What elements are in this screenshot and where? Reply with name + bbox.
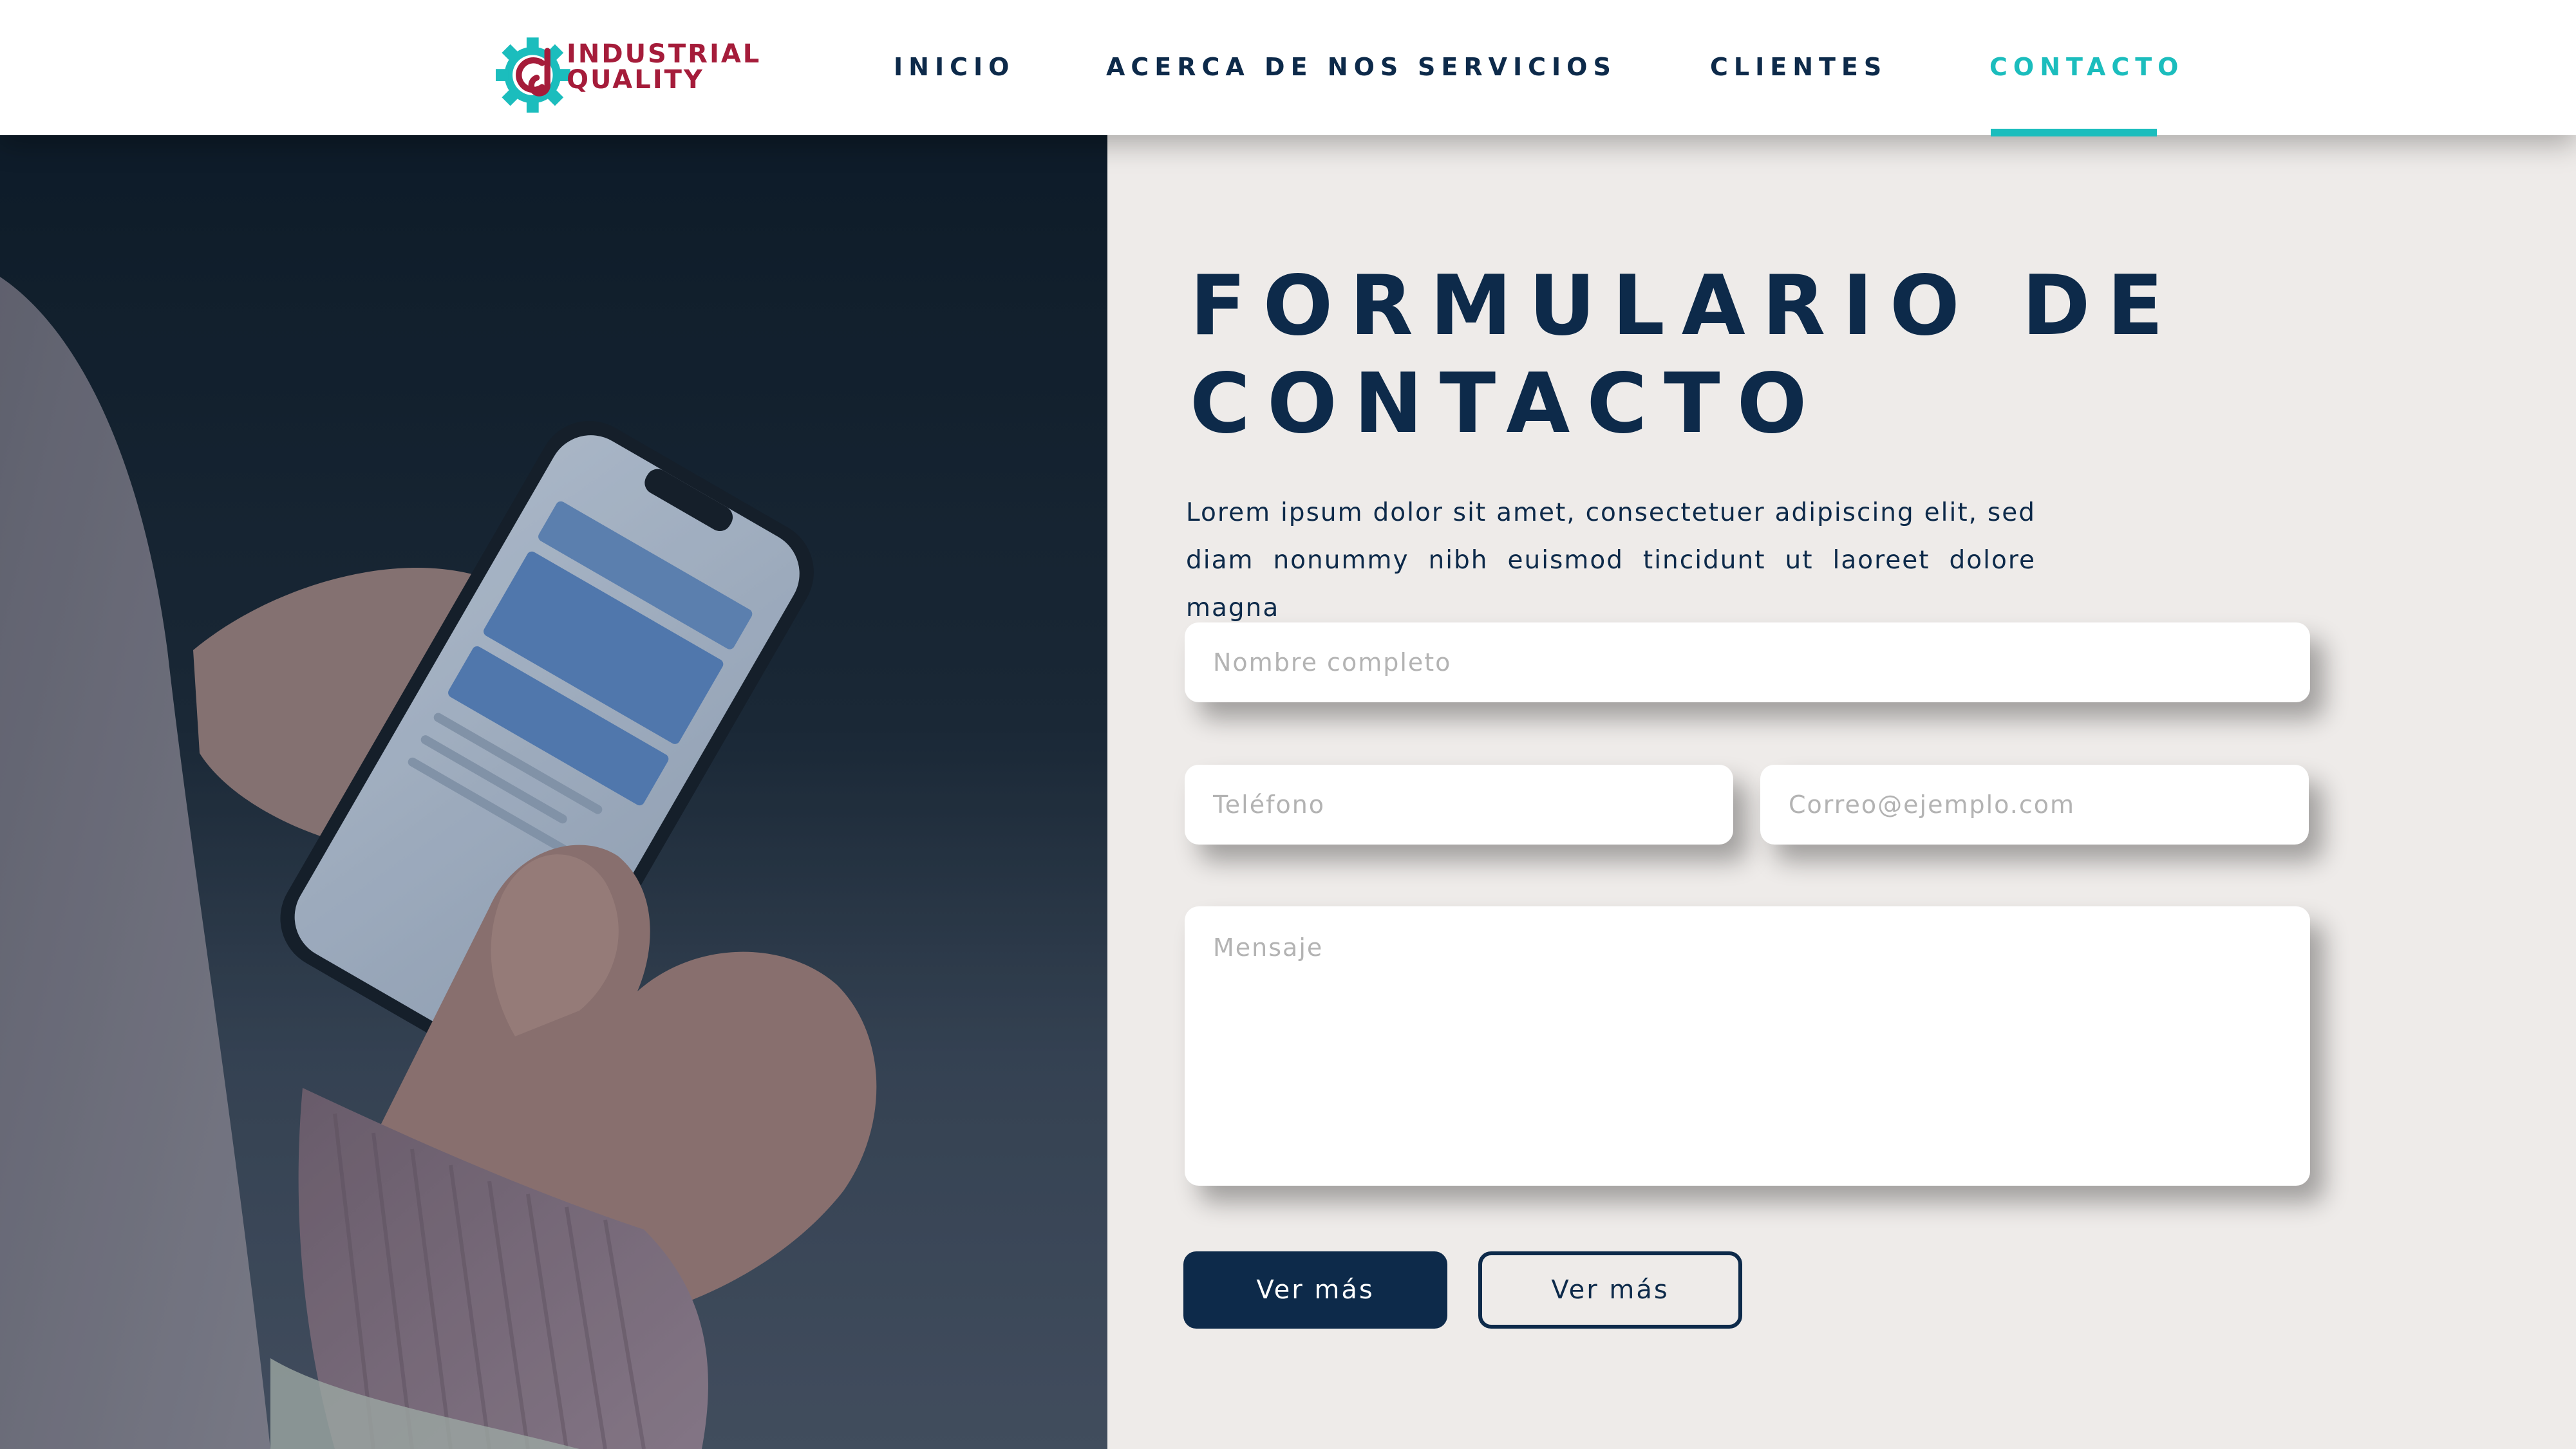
- brand-name-line2: QUALITY: [567, 65, 704, 95]
- nav-servicios[interactable]: SERVICIOS: [1418, 53, 1617, 85]
- nav-acerca-de-nos[interactable]: ACERCA DE NOS: [1106, 53, 1404, 85]
- brand-logo[interactable]: INDUSTRIAL QUALITY: [496, 33, 766, 113]
- nav-contacto[interactable]: CONTACTO: [1989, 53, 2185, 85]
- site-header: INDUSTRIAL QUALITY INICIO ACERCA DE NOS …: [0, 0, 2576, 135]
- nav-inicio[interactable]: INICIO: [894, 53, 1015, 85]
- message-textarea[interactable]: [1185, 906, 2310, 1186]
- nav-clientes[interactable]: CLIENTES: [1710, 53, 1887, 85]
- form-title-line2: CONTACTO: [1190, 356, 1824, 452]
- form-title: FORMULARIO DE CONTACTO: [1190, 257, 2220, 453]
- brand-name-line1: INDUSTRIAL: [567, 39, 762, 69]
- email-input[interactable]: [1760, 765, 2309, 845]
- ver-mas-secondary-button[interactable]: Ver más: [1478, 1251, 1742, 1329]
- form-title-line1: FORMULARIO DE: [1190, 258, 2180, 354]
- ver-mas-primary-button[interactable]: Ver más: [1183, 1251, 1447, 1329]
- hero-photo: [0, 135, 1107, 1449]
- form-description: Lorem ipsum dolor sit amet, consectetuer…: [1186, 498, 2036, 622]
- phone-input[interactable]: [1185, 765, 1733, 845]
- brand-name: INDUSTRIAL QUALITY: [567, 41, 761, 93]
- person-holding-smartphone-image: [0, 135, 1107, 1449]
- nav-active-indicator: [1991, 129, 2157, 136]
- full-name-input[interactable]: [1185, 622, 2310, 702]
- gear-logo-icon: [496, 37, 570, 113]
